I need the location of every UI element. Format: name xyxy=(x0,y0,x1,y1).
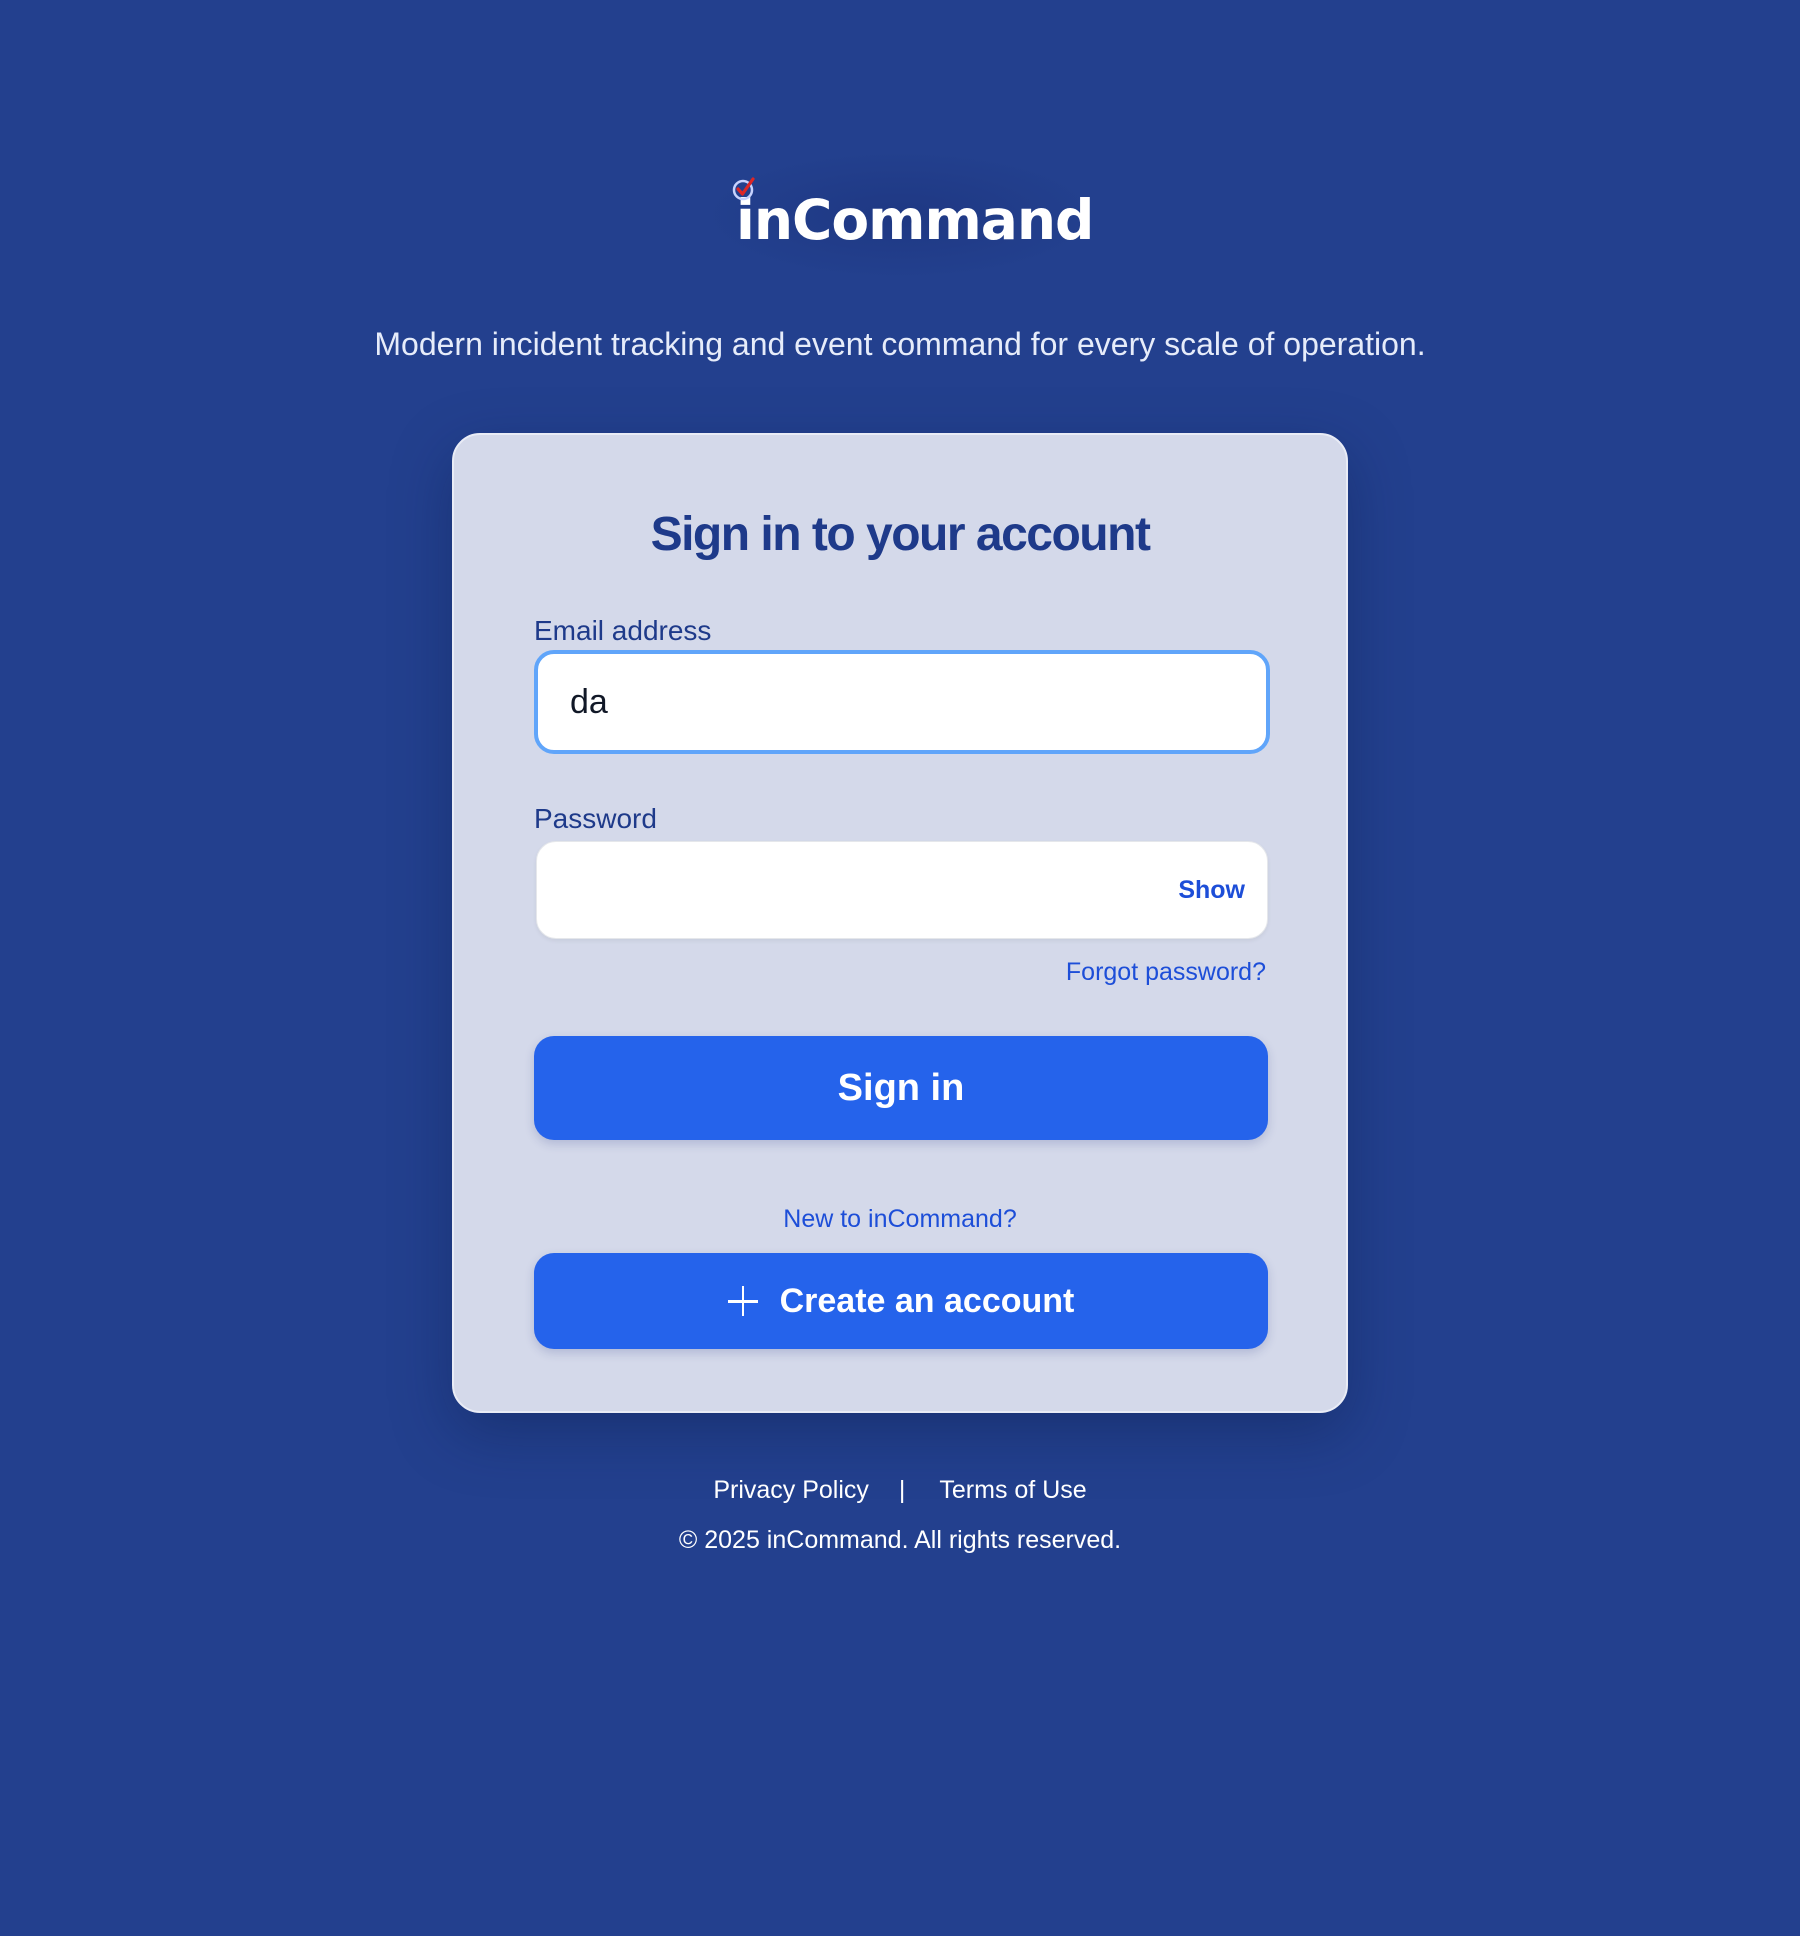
email-field[interactable]: da xyxy=(534,650,1270,754)
privacy-policy-link[interactable]: Privacy Policy xyxy=(713,1476,869,1505)
forgot-password-link[interactable]: Forgot password? xyxy=(1066,958,1266,987)
terms-of-use-link[interactable]: Terms of Use xyxy=(939,1476,1086,1505)
copyright: © 2025 inCommand. All rights reserved. xyxy=(678,1526,1122,1554)
new-account-prompt: New to inCommand? xyxy=(783,1205,1017,1233)
sign-in-button[interactable]: Sign in xyxy=(534,1036,1268,1140)
create-account-button[interactable]: Create an account xyxy=(534,1253,1268,1349)
email-label: Email address xyxy=(534,615,712,646)
password-label: Password xyxy=(534,803,657,834)
footer-separator: | xyxy=(898,1476,906,1504)
create-account-button-label: Create an account xyxy=(779,1281,1075,1320)
brand-name: inCommand xyxy=(736,188,1094,252)
password-field[interactable]: Show xyxy=(536,841,1268,939)
show-password-button[interactable]: Show xyxy=(1178,876,1245,905)
tagline: Modern incident tracking and event comma… xyxy=(374,326,1426,362)
sign-in-card: Sign in to your account Email address da… xyxy=(452,433,1348,1413)
brand-logo: inCommand xyxy=(732,177,1094,252)
check-badge-icon xyxy=(732,177,755,201)
footer-links: Privacy Policy | Terms of Use xyxy=(0,1476,1800,1505)
plus-icon xyxy=(727,1286,758,1316)
email-value: da xyxy=(570,682,608,721)
sign-in-button-label: Sign in xyxy=(837,1066,965,1109)
card-title: Sign in to your account xyxy=(650,508,1151,561)
